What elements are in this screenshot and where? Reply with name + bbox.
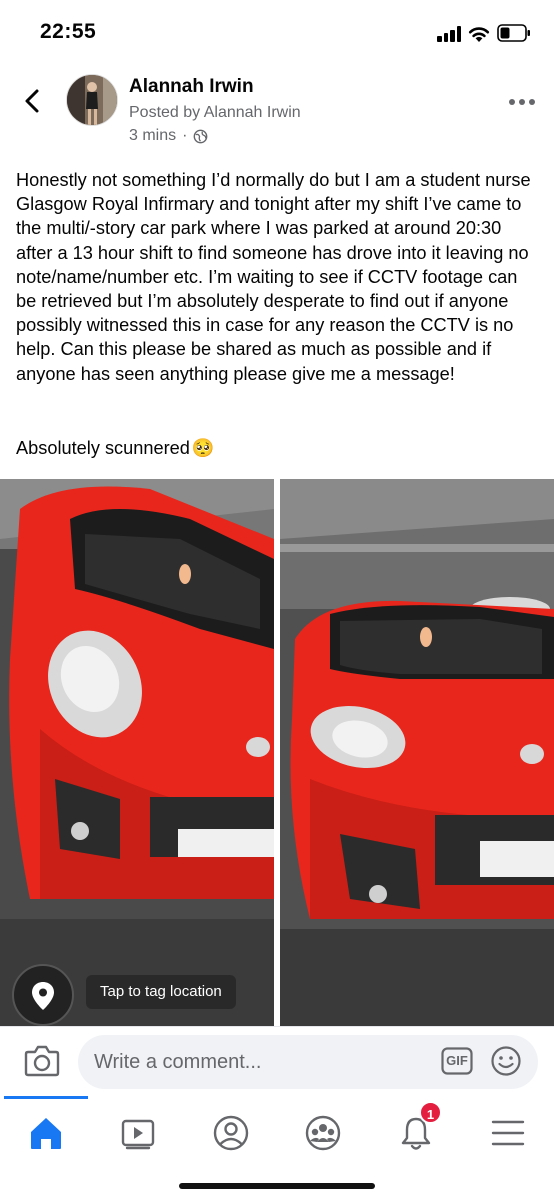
- gif-label: GIF: [446, 1053, 468, 1068]
- post-meta: 3 mins ·: [129, 127, 208, 145]
- menu-icon[interactable]: [481, 1106, 535, 1160]
- gif-button[interactable]: GIF: [441, 1047, 473, 1075]
- post-closing: Absolutely scunnered 🥺: [16, 438, 215, 459]
- car-photo-left[interactable]: [0, 479, 274, 1026]
- comment-bar: GIF: [0, 1026, 554, 1096]
- notifications-badge: 1: [419, 1101, 442, 1124]
- post-closing-text: Absolutely scunnered: [16, 438, 190, 458]
- car-photo-right[interactable]: [280, 479, 554, 1026]
- globe-icon: [194, 129, 208, 143]
- author-name[interactable]: Alannah Irwin: [129, 76, 254, 98]
- back-icon[interactable]: [18, 86, 48, 116]
- status-bar: 22:55: [0, 0, 554, 62]
- avatar[interactable]: [66, 74, 118, 126]
- status-time: 22:55: [40, 20, 97, 43]
- pleading-face-icon: 🥺: [191, 438, 215, 458]
- meta-separator: ·: [182, 127, 188, 144]
- profile-icon[interactable]: [204, 1106, 258, 1160]
- active-tab-indicator: [4, 1096, 88, 1099]
- video-icon[interactable]: [111, 1106, 165, 1160]
- signal-icon: [437, 26, 463, 42]
- more-options-icon[interactable]: [506, 92, 538, 112]
- emoji-icon[interactable]: [490, 1045, 522, 1077]
- groups-icon[interactable]: [296, 1106, 350, 1160]
- camera-icon[interactable]: [24, 1043, 60, 1077]
- home-icon[interactable]: [19, 1106, 73, 1160]
- wifi-icon: [468, 27, 490, 42]
- post-timestamp: 3 mins: [129, 127, 177, 144]
- posted-by-label: Posted by Alannah Irwin: [129, 104, 301, 121]
- tag-location-button[interactable]: [12, 964, 74, 1026]
- home-indicator: [179, 1183, 375, 1189]
- battery-icon: [497, 24, 530, 42]
- post-body: Honestly not something I’d normally do b…: [16, 170, 531, 384]
- photo-grid: [0, 479, 554, 1026]
- location-pin-icon: [32, 982, 54, 1010]
- tag-location-tooltip: Tap to tag location: [86, 975, 236, 1009]
